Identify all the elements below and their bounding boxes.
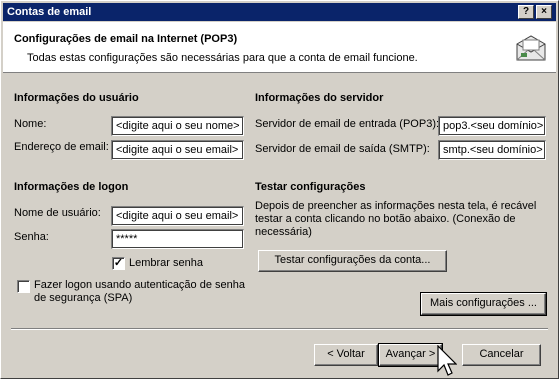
test-account-button[interactable]: Testar configurações da conta...	[258, 250, 447, 272]
spa-checkbox[interactable]	[17, 280, 30, 293]
help-button[interactable]: ?	[518, 5, 534, 19]
incoming-server-field[interactable]: pop3.<seu domínio>	[438, 116, 546, 136]
back-button[interactable]: < Voltar	[314, 344, 378, 366]
more-settings-button[interactable]: Mais configurações ...	[420, 292, 547, 316]
cancel-button[interactable]: Cancelar	[462, 344, 541, 366]
mouse-pointer-icon	[437, 345, 457, 376]
page-title: Configurações de email na Internet (POP3…	[14, 33, 238, 45]
test-description-line3: necessária)	[255, 226, 312, 238]
header-panel: Configurações de email na Internet (POP3…	[3, 22, 556, 73]
window-title: Contas de email	[7, 6, 92, 18]
outgoing-server-field[interactable]: smtp.<seu domínio>	[438, 140, 546, 160]
outgoing-server-label: Servidor de email de saída (SMTP):	[255, 143, 430, 155]
title-bar: Contas de email ? ×	[3, 3, 556, 21]
checkmark-icon: ✓	[113, 257, 124, 269]
password-field[interactable]: *****	[111, 229, 244, 249]
incoming-server-label: Servidor de email de entrada (POP3):	[255, 118, 440, 130]
username-label: Nome de usuário:	[14, 207, 101, 219]
close-button[interactable]: ×	[536, 5, 552, 19]
test-settings-heading: Testar configurações	[255, 181, 366, 193]
user-info-heading: Informações do usuário	[14, 92, 139, 104]
name-field[interactable]: <digite aqui o seu nome>	[111, 116, 244, 136]
test-description-line2: testar a conta clicando no botão abaixo.…	[255, 213, 516, 225]
username-field[interactable]: <digite aqui o seu email>	[111, 206, 244, 226]
dialog-window: Contas de email ? × Configurações de ema…	[0, 0, 559, 379]
password-label: Senha:	[14, 231, 49, 243]
spa-label-line1: Fazer logon usando autenticação de senha	[34, 279, 245, 291]
logon-info-heading: Informações de logon	[14, 181, 129, 193]
test-description-line1: Depois de preencher as informações nesta…	[255, 200, 537, 212]
name-label: Nome:	[14, 118, 47, 130]
email-envelope-icon	[516, 35, 546, 61]
page-subtitle: Todas estas configurações são necessária…	[27, 52, 418, 64]
server-info-heading: Informações do servidor	[255, 92, 384, 104]
spa-label-line2: de segurança (SPA)	[34, 292, 133, 304]
remember-password-checkbox[interactable]: ✓	[112, 257, 125, 270]
email-field[interactable]: <digite aqui o seu email>	[111, 140, 244, 160]
footer-divider	[11, 328, 548, 330]
remember-password-label: Lembrar senha	[129, 257, 203, 269]
next-button[interactable]: Avançar >	[378, 343, 443, 367]
email-label: Endereço de email:	[14, 141, 109, 153]
